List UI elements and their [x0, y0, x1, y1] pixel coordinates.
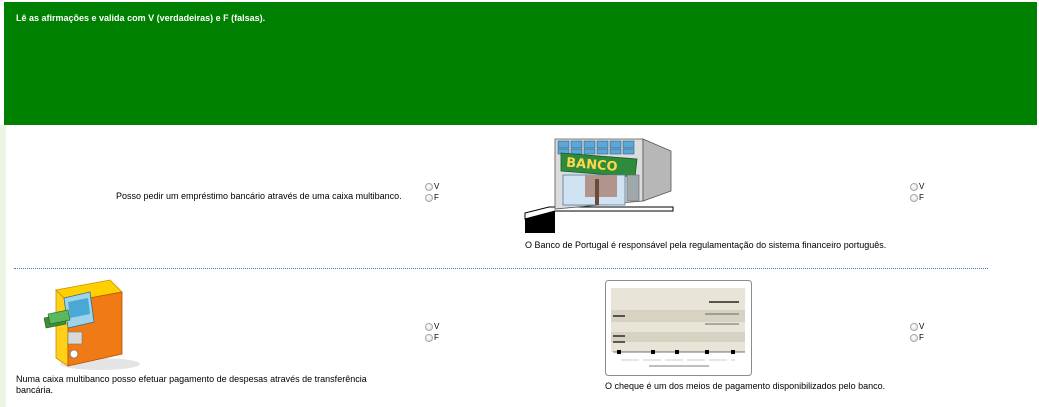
radio-f[interactable]	[910, 193, 918, 202]
option-v[interactable]: V	[910, 321, 934, 332]
radio-v[interactable]	[910, 322, 918, 331]
option-v[interactable]: V	[425, 321, 449, 332]
section-divider	[14, 268, 988, 269]
option-v[interactable]: V	[910, 181, 934, 192]
instruction-banner: Lê as afirmações e valida com V (verdade…	[4, 2, 1037, 125]
left-margin-strip	[0, 125, 6, 407]
question-4-text: O cheque é um dos meios de pagamento dis…	[605, 381, 886, 391]
atm-machine-image	[43, 279, 140, 370]
question-3-options: V F	[425, 321, 449, 343]
option-f[interactable]: F	[425, 192, 449, 203]
question-3-text: Numa caixa multibanco posso efetuar paga…	[16, 374, 367, 395]
question-2-text: O Banco de Portugal é responsável pela r…	[525, 240, 887, 250]
radio-f[interactable]	[910, 333, 918, 342]
question-1-text: Posso pedir um empréstimo bancário atrav…	[116, 191, 402, 201]
option-f[interactable]: F	[910, 192, 934, 203]
instruction-text: Lê as afirmações e valida com V (verdade…	[16, 13, 266, 23]
bank-cheque-image	[605, 280, 752, 376]
question-1-options: V F	[425, 181, 449, 203]
radio-v[interactable]	[910, 182, 918, 191]
radio-v[interactable]	[425, 322, 433, 331]
radio-f[interactable]	[425, 333, 433, 342]
radio-v[interactable]	[425, 182, 433, 191]
question-2-options: V F	[910, 181, 934, 203]
radio-f[interactable]	[425, 193, 433, 202]
option-f[interactable]: F	[425, 332, 449, 343]
option-f[interactable]: F	[910, 332, 934, 343]
bank-building-image: BANCO	[524, 138, 674, 233]
option-v[interactable]: V	[425, 181, 449, 192]
question-4-options: V F	[910, 321, 934, 343]
